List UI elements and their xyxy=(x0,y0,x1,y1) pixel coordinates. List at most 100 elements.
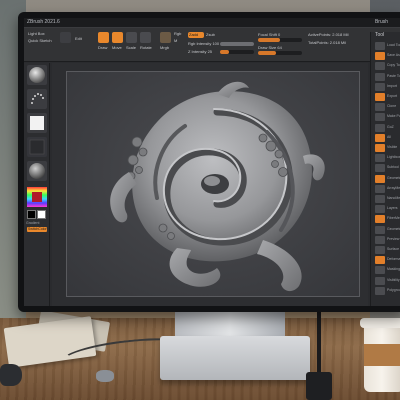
tool-palette-item-label[interactable]: Save As xyxy=(387,53,400,57)
swirl-sculpture[interactable] xyxy=(67,72,361,298)
tool-palette-button[interactable] xyxy=(375,184,385,193)
switch-color-button[interactable]: SwitchColor xyxy=(27,227,47,232)
tool-palette-item-label[interactable]: Geometry xyxy=(387,176,400,180)
tool-palette-button[interactable] xyxy=(375,195,385,203)
tool-palette-button[interactable] xyxy=(375,164,385,173)
tool-palette-item-label[interactable]: NanoMesh xyxy=(387,196,400,200)
tool-palette-button[interactable] xyxy=(375,286,385,295)
rgb-intensity-slider[interactable] xyxy=(220,42,254,46)
z-intensity-slider[interactable] xyxy=(220,50,254,54)
scale-button[interactable] xyxy=(126,32,137,43)
tool-palette-item-label[interactable]: Deformation xyxy=(387,257,400,261)
tool-palette-button[interactable] xyxy=(375,154,385,163)
tool-palette-item-label[interactable]: GoZ xyxy=(387,125,394,129)
tool-palette-item-label[interactable]: Polygroups xyxy=(387,288,400,292)
tool-palette-button[interactable] xyxy=(375,42,385,50)
tool-palette-button[interactable] xyxy=(375,215,385,224)
tool-palette-item-label[interactable]: Geometry HD xyxy=(387,227,400,231)
tool-palette-item-label[interactable]: All xyxy=(387,135,391,139)
secondary-color-swatch[interactable] xyxy=(37,210,46,219)
tool-palette-button[interactable] xyxy=(375,266,385,275)
brush-tile[interactable] xyxy=(27,65,47,85)
rotate-button[interactable] xyxy=(140,32,151,43)
tool-palette-button[interactable] xyxy=(375,235,385,244)
lightbox-button[interactable]: Light Box xyxy=(28,31,45,36)
tool-palette-button[interactable] xyxy=(375,62,385,71)
material-tile[interactable] xyxy=(27,161,47,181)
tool-palette-button[interactable] xyxy=(375,113,385,122)
tool-palette-item-label[interactable]: Clone xyxy=(387,104,396,108)
tool-palette-button[interactable] xyxy=(375,205,385,214)
focal-shift-fill xyxy=(258,38,280,42)
m-label[interactable]: M xyxy=(174,38,177,43)
tool-palette-button[interactable] xyxy=(375,246,385,254)
monitor-stand-base xyxy=(160,336,310,380)
draw-button[interactable] xyxy=(98,32,109,43)
tool-palette-button[interactable] xyxy=(375,82,385,91)
tool-palette-item-label[interactable]: Copy Tool xyxy=(387,63,400,67)
tool-palette-item-label[interactable]: Surface xyxy=(387,247,399,251)
tool-palette-button[interactable] xyxy=(375,103,385,112)
edit-label: Edit xyxy=(75,36,82,41)
tool-palette-button[interactable] xyxy=(375,52,385,61)
tool-palette-button[interactable] xyxy=(375,133,385,142)
menu-brush[interactable]: Brush xyxy=(375,19,388,25)
active-points-readout: ActivePoints: 2.018 Mil xyxy=(308,32,349,37)
tool-palette-item-label[interactable]: ArrayMesh xyxy=(387,186,400,190)
tool-palette-button[interactable] xyxy=(375,93,385,101)
title-bar: ZBrush 2021.6 Brush xyxy=(24,18,400,28)
quick-sketch-button[interactable]: Quick Sketch xyxy=(28,38,52,43)
rotate-label: Rotate xyxy=(140,45,152,50)
tool-palette-item-label[interactable]: Export xyxy=(387,94,397,98)
tool-palette-item-label[interactable]: Masking xyxy=(387,267,400,271)
move-button[interactable] xyxy=(112,32,123,43)
tool-palette-item-label[interactable]: Lightbox xyxy=(387,155,400,159)
app-title: ZBrush 2021.6 xyxy=(27,19,60,25)
color-picker[interactable] xyxy=(27,187,47,207)
material-sphere-icon xyxy=(29,163,45,179)
move-label: Move xyxy=(112,45,122,50)
tool-palette-item-label[interactable]: Make PolyMesh3D xyxy=(387,114,400,118)
texture-off-icon xyxy=(29,139,45,155)
alpha-tile[interactable] xyxy=(27,113,47,133)
tool-palette-item-label[interactable]: Load Tool xyxy=(387,43,400,47)
focal-shift-slider[interactable] xyxy=(258,38,302,42)
tool-palette-item-label[interactable]: FiberMesh xyxy=(387,216,400,220)
tool-palette-item-label[interactable]: Subtool xyxy=(387,165,399,169)
white-square-alpha-icon xyxy=(30,116,44,130)
tool-palette-button[interactable] xyxy=(375,174,385,183)
rgb-label[interactable]: Rgb xyxy=(174,31,181,36)
mrgb-button[interactable] xyxy=(160,32,171,43)
sculpt-canvas[interactable] xyxy=(66,71,360,297)
screen: ZBrush 2021.6 Brush Light Box Quick Sket… xyxy=(24,18,400,306)
tool-palette-item-label[interactable]: Visibility xyxy=(387,278,400,282)
edit-mode-button[interactable] xyxy=(60,32,71,43)
tool-palette-header[interactable]: Tool xyxy=(375,32,384,38)
mrgb-label: Mrgb xyxy=(160,45,170,50)
tool-palette-button[interactable] xyxy=(375,276,385,285)
top-toolbar: Light Box Quick Sketch Edit Draw Move Sc… xyxy=(24,28,400,62)
tool-palette-button[interactable] xyxy=(375,256,385,265)
draw-size-slider[interactable] xyxy=(258,51,302,55)
texture-tile[interactable] xyxy=(27,137,47,157)
left-tray: Gradient SwitchColor xyxy=(24,63,50,306)
tool-palette-button[interactable] xyxy=(375,225,385,234)
tool-palette-item-label[interactable]: Paste Tool xyxy=(387,74,400,78)
tool-palette-button[interactable] xyxy=(375,144,385,152)
tool-palette-item-label[interactable]: Import xyxy=(387,84,397,88)
tool-palette-item-label[interactable]: Visible xyxy=(387,145,397,149)
draw-label: Draw xyxy=(98,45,108,50)
tool-palette-button[interactable] xyxy=(375,123,385,132)
tool-palette-item-label[interactable]: Layers xyxy=(387,206,398,210)
pen-holder xyxy=(306,372,332,400)
total-points-readout: TotalPoints: 2.018 Mil xyxy=(308,40,347,45)
scale-label: Scale xyxy=(126,45,137,50)
tool-palette-item-label[interactable]: Preview xyxy=(387,237,399,241)
main-color-swatch[interactable] xyxy=(27,210,36,219)
stroke-tile[interactable] xyxy=(27,89,47,109)
z-intensity-fill xyxy=(220,50,229,54)
tool-palette-button[interactable] xyxy=(375,72,385,81)
zsub-label[interactable]: Zsub xyxy=(206,32,215,37)
color-picker-icon xyxy=(27,187,47,207)
focal-shift-label: Focal Shift 0 xyxy=(258,32,281,37)
